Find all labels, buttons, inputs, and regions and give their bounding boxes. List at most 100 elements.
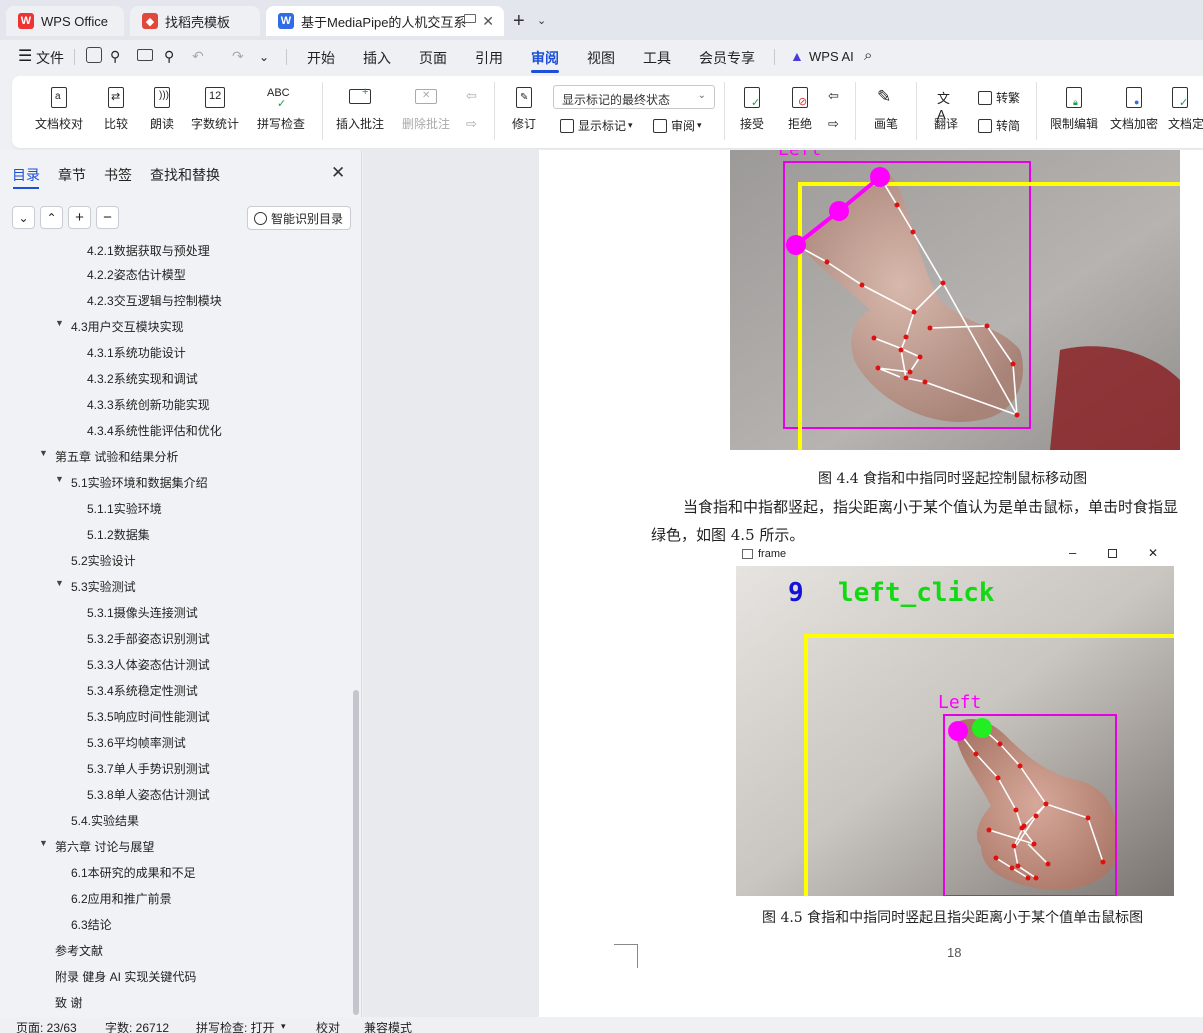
- toc-item[interactable]: 6.1本研究的成果和不足: [71, 864, 196, 884]
- spell-check-status[interactable]: 拼写检查: 打开: [196, 1019, 275, 1033]
- toc-item[interactable]: 6.3结论: [71, 916, 112, 936]
- menu-references[interactable]: 引用: [475, 48, 503, 68]
- toc-item[interactable]: ▼ 5.3实验测试: [55, 578, 136, 598]
- next-comment-icon[interactable]: ⇨: [466, 116, 477, 132]
- menu-member[interactable]: 会员专享: [699, 48, 755, 68]
- expand-arrow-icon[interactable]: ▼: [55, 578, 64, 588]
- toc-item[interactable]: 5.3.6平均帧率测试: [87, 734, 186, 754]
- tab-bookmarks[interactable]: 书签: [104, 165, 132, 185]
- smart-toc-button[interactable]: 智能识别目录: [247, 206, 351, 230]
- compare-button[interactable]: ⇄ 比较: [98, 86, 134, 132]
- chevron-down-icon[interactable]: ▾: [281, 1021, 286, 1032]
- wps-ai-icon[interactable]: ▲: [790, 48, 804, 64]
- chevron-down-icon[interactable]: ⌄: [537, 14, 546, 27]
- add-heading-button[interactable]: +: [68, 206, 91, 229]
- to-simplified-button[interactable]: 转简: [978, 117, 1020, 134]
- menu-wps-ai[interactable]: WPS AI: [809, 49, 854, 64]
- menu-tools[interactable]: 工具: [643, 48, 671, 68]
- collapse-down-button[interactable]: ⌄: [12, 206, 35, 229]
- search-icon[interactable]: ⌕: [864, 47, 872, 64]
- menu-view[interactable]: 视图: [587, 48, 615, 68]
- scrollbar-thumb[interactable]: [353, 690, 359, 1015]
- delete-comment-button[interactable]: ✕ 删除批注: [396, 86, 456, 132]
- toc-item[interactable]: 4.2.1数据获取与预处理: [87, 242, 210, 262]
- menu-page[interactable]: 页面: [419, 48, 447, 68]
- toc-item[interactable]: 4.3.1系统功能设计: [87, 344, 186, 364]
- previous-comment-icon[interactable]: ⇦: [466, 88, 477, 104]
- pen-button[interactable]: ✎ 画笔: [870, 86, 902, 132]
- toc-item[interactable]: 5.4.实验结果: [71, 812, 139, 832]
- print-icon[interactable]: [137, 49, 153, 61]
- toc-item[interactable]: 4.3.3系统创新功能实现: [87, 396, 210, 416]
- expand-arrow-icon[interactable]: ▼: [55, 318, 64, 328]
- spell-check-button[interactable]: ABC ✓ 拼写检查: [250, 86, 312, 132]
- toc-item[interactable]: 4.2.2姿态估计模型: [87, 266, 186, 286]
- accept-button[interactable]: ✓ 接受: [734, 86, 770, 132]
- previous-change-icon[interactable]: ⇦: [828, 88, 839, 104]
- undo-icon[interactable]: ↶: [192, 48, 204, 65]
- expand-arrow-icon[interactable]: ▼: [39, 838, 48, 848]
- toc-item[interactable]: ▼ 第六章 讨论与展望: [39, 838, 154, 858]
- redo-icon[interactable]: ↷: [232, 48, 244, 65]
- toc-item[interactable]: 5.1.2数据集: [87, 526, 150, 546]
- menu-review[interactable]: 审阅: [531, 48, 559, 68]
- display-mode-select[interactable]: 显示标记的最终状态 ⌄: [553, 85, 715, 109]
- show-markup-button[interactable]: 显示标记 ▾: [560, 117, 633, 134]
- toc-item[interactable]: 致 谢: [55, 994, 82, 1014]
- finalize-button[interactable]: ✓ 文档定: [1168, 86, 1203, 132]
- toc-item[interactable]: 4.3.4系统性能评估和优化: [87, 422, 222, 442]
- proofread-status[interactable]: 校对: [316, 1019, 340, 1033]
- toc-item[interactable]: 参考文献: [55, 942, 103, 962]
- tab-docer[interactable]: ◆ 找稻壳模板: [130, 6, 260, 36]
- toc-item[interactable]: 5.1.1实验环境: [87, 500, 162, 520]
- next-change-icon[interactable]: ⇨: [828, 116, 839, 132]
- toc-item[interactable]: 6.2应用和推广前景: [71, 890, 172, 910]
- toc-item[interactable]: ▼ 第五章 试验和结果分析: [39, 448, 178, 468]
- close-icon[interactable]: ✕: [331, 163, 345, 183]
- toc-item[interactable]: ▼ 4.3用户交互模块实现: [55, 318, 184, 338]
- document-page[interactable]: Left: [539, 150, 1203, 1017]
- toc-item[interactable]: 5.3.3人体姿态估计测试: [87, 656, 210, 676]
- quick-access-dropdown-icon[interactable]: ⌄: [259, 50, 269, 64]
- toc-item[interactable]: 4.3.2系统实现和调试: [87, 370, 198, 390]
- review-pane-button[interactable]: 审阅 ▾: [653, 117, 702, 134]
- to-traditional-button[interactable]: 转繁: [978, 89, 1020, 106]
- toc-item[interactable]: 5.3.5响应时间性能测试: [87, 708, 210, 728]
- menu-file[interactable]: 文件: [36, 48, 64, 68]
- track-changes-button[interactable]: ✎ 修订: [504, 86, 544, 132]
- word-count-indicator[interactable]: 字数: 26712: [105, 1019, 169, 1033]
- translate-button[interactable]: 文A 翻译: [926, 86, 966, 132]
- menu-home[interactable]: 开始: [307, 48, 335, 68]
- tab-current-document[interactable]: W 基于MediaPipe的人机交互系 ✕: [266, 6, 504, 36]
- collapse-up-button[interactable]: ⌃: [40, 206, 63, 229]
- new-tab-icon[interactable]: +: [513, 10, 525, 33]
- export-icon[interactable]: ⚲: [110, 48, 120, 65]
- print-preview-icon[interactable]: ⚲: [164, 48, 174, 65]
- reject-button[interactable]: ⊘ 拒绝: [782, 86, 818, 132]
- remove-heading-button[interactable]: −: [96, 206, 119, 229]
- tab-wps-office[interactable]: W WPS Office: [6, 6, 124, 36]
- expand-arrow-icon[interactable]: ▼: [55, 474, 64, 484]
- encrypt-button[interactable]: ● 文档加密: [1108, 86, 1160, 132]
- restrict-edit-button[interactable]: 🔒︎ 限制编辑: [1048, 86, 1100, 132]
- expand-arrow-icon[interactable]: ▼: [39, 448, 48, 458]
- tab-find-replace[interactable]: 查找和替换: [150, 165, 220, 185]
- toc-item[interactable]: 附录 健身 AI 实现关键代码: [55, 968, 196, 988]
- toc-item[interactable]: 5.3.4系统稳定性测试: [87, 682, 198, 702]
- tab-chapters[interactable]: 章节: [58, 165, 86, 185]
- menu-insert[interactable]: 插入: [363, 48, 391, 68]
- doc-check-button[interactable]: a 文档校对: [28, 86, 90, 132]
- toc-item[interactable]: ▼ 5.1实验环境和数据集介绍: [55, 474, 208, 494]
- toc-item[interactable]: 5.2实验设计: [71, 552, 136, 572]
- tab-toc[interactable]: 目录: [12, 165, 40, 185]
- insert-comment-button[interactable]: + 插入批注: [334, 86, 386, 132]
- close-tab-icon[interactable]: ✕: [482, 13, 494, 30]
- page-indicator[interactable]: 页面: 23/63: [16, 1019, 77, 1033]
- toc-item[interactable]: 4.2.3交互逻辑与控制模块: [87, 292, 222, 312]
- toc-item[interactable]: 5.3.2手部姿态识别测试: [87, 630, 210, 650]
- hamburger-icon[interactable]: ☰: [18, 46, 32, 66]
- read-aloud-button[interactable]: ))) 朗读: [148, 86, 176, 132]
- toc-item[interactable]: 5.3.7单人手势识别测试: [87, 760, 210, 780]
- word-count-button[interactable]: 12 字数统计: [190, 86, 240, 132]
- toc-item[interactable]: 5.3.8单人姿态估计测试: [87, 786, 210, 806]
